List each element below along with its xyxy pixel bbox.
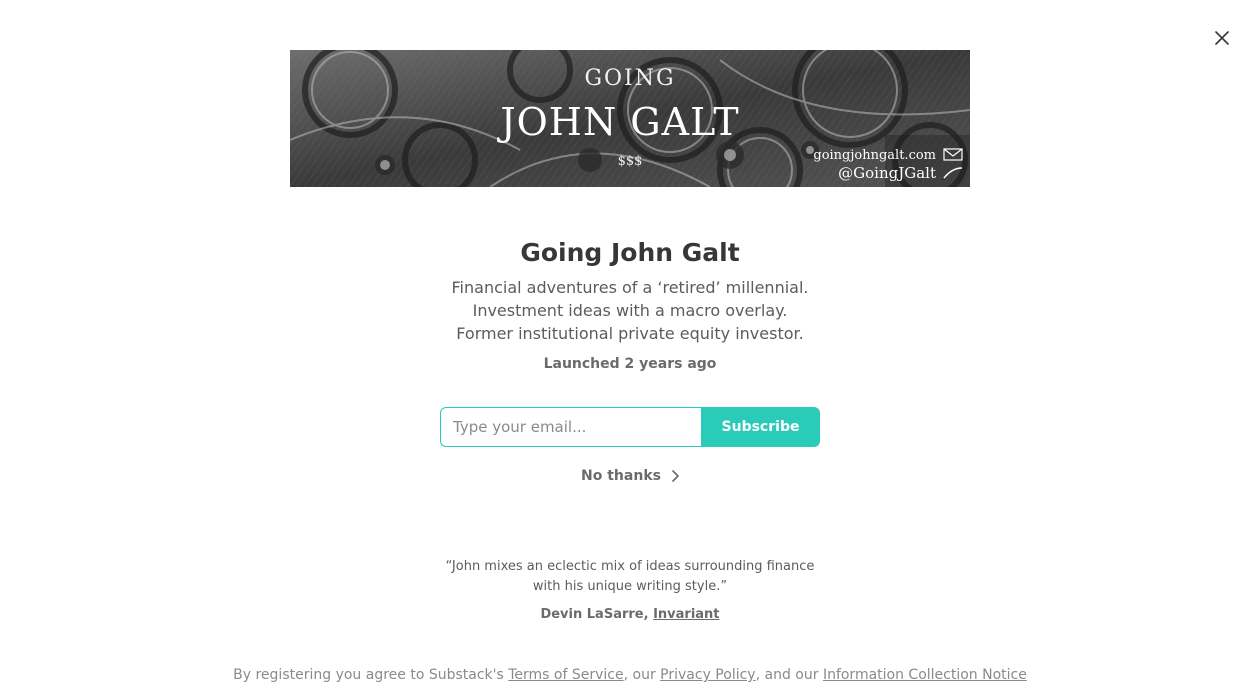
- banner-john-galt-text: JOHN GALT: [496, 100, 739, 144]
- terms-of-service-link[interactable]: Terms of Service: [508, 667, 623, 683]
- banner-going-text: GOING: [584, 66, 675, 91]
- no-thanks-button[interactable]: No thanks: [0, 466, 1260, 486]
- legal-prefix: By registering you agree to Substack's: [233, 667, 509, 683]
- subscribe-form: Subscribe: [440, 407, 820, 447]
- banner-website-text: goingjohngalt.com: [813, 148, 936, 163]
- privacy-policy-link[interactable]: Privacy Policy: [660, 667, 755, 683]
- banner-dollar-text: $$$: [618, 154, 643, 169]
- chevron-right-icon: [672, 470, 679, 482]
- banner-handle-text: @GoingJGalt: [838, 164, 936, 182]
- legal-separator: , our: [623, 667, 661, 683]
- testimonial-publication-link[interactable]: Invariant: [653, 607, 719, 622]
- quote-line: with his unique writing style.”: [532, 579, 728, 594]
- close-button[interactable]: [1210, 26, 1234, 50]
- quote-line: “John mixes an eclectic mix of ideas sur…: [445, 559, 815, 574]
- testimonial-author: Devin LaSarre,: [540, 607, 654, 622]
- banner-image: GOING JOHN GALT $$$ goingjohngalt.com @G…: [290, 50, 970, 187]
- no-thanks-label: No thanks: [581, 468, 661, 484]
- subscribe-page: GOING JOHN GALT $$$ goingjohngalt.com @G…: [0, 0, 1260, 700]
- publication-description: Financial adventures of a ‘retired’ mill…: [0, 276, 1260, 345]
- publication-title: Going John Galt: [520, 238, 740, 267]
- legal-notice: By registering you agree to Substack's T…: [0, 665, 1260, 685]
- legal-separator: , and our: [755, 667, 823, 683]
- email-input[interactable]: [440, 407, 701, 447]
- subscribe-button[interactable]: Subscribe: [701, 407, 820, 447]
- description-line: Financial adventures of a ‘retired’ mill…: [451, 278, 809, 297]
- testimonial-quote: “John mixes an eclectic mix of ideas sur…: [0, 557, 1260, 597]
- close-icon: [1215, 31, 1229, 45]
- description-line: Former institutional private equity inve…: [456, 324, 804, 343]
- description-line: Investment ideas with a macro overlay.: [472, 301, 788, 320]
- testimonial-attribution: Devin LaSarre, Invariant: [0, 605, 1260, 625]
- publication-banner: GOING JOHN GALT $$$ goingjohngalt.com @G…: [290, 50, 970, 187]
- launched-date: Launched 2 years ago: [543, 356, 717, 372]
- information-collection-notice-link[interactable]: Information Collection Notice: [823, 667, 1027, 683]
